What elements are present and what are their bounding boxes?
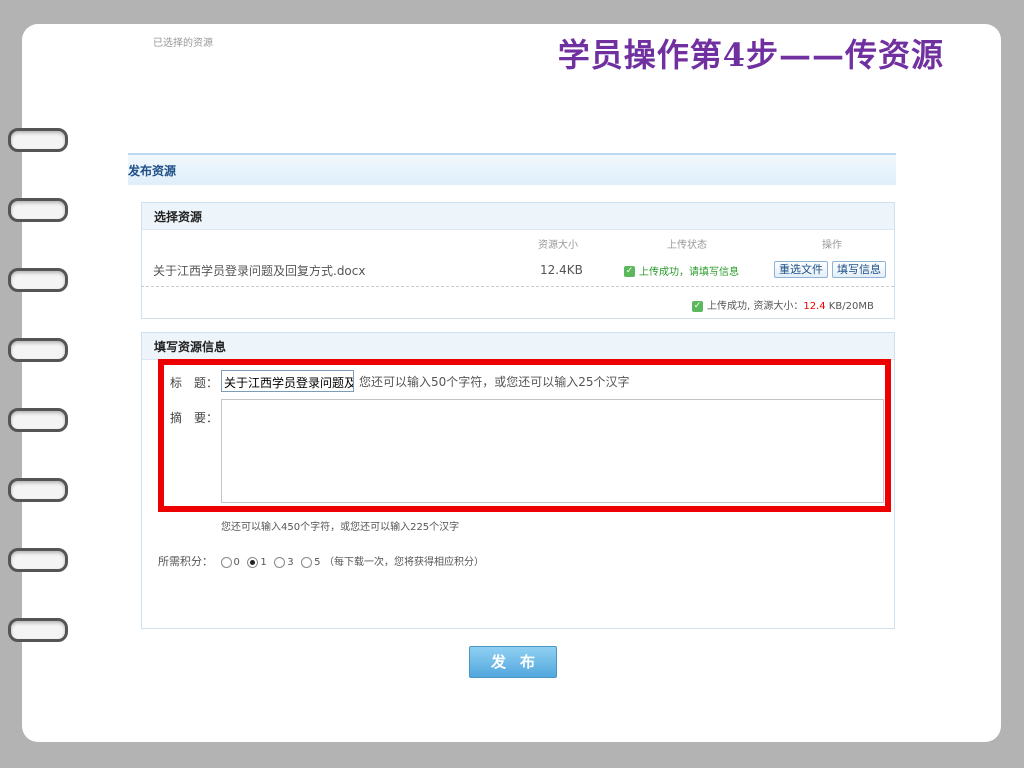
binder-ring-icon	[8, 548, 68, 572]
summary-hint: 您还可以输入450个字符，或您还可以输入225个汉字	[221, 522, 460, 533]
binder-ring-icon	[8, 268, 68, 292]
check-icon: ✓	[692, 300, 703, 312]
file-name: 关于江西学员登录问题及回复方式.docx	[153, 264, 366, 278]
summary-label: 摘 要：	[170, 411, 219, 425]
check-icon: ✓	[624, 266, 635, 277]
points-option-1: 1	[260, 557, 267, 568]
binder-ring-icon	[8, 128, 68, 152]
file-size: 12.4KB	[540, 263, 583, 277]
points-option-0: 0	[233, 557, 240, 568]
panel-header: 发布资源	[128, 153, 896, 185]
column-header-status: 上传状态	[667, 240, 707, 251]
binder-ring-icon	[8, 338, 68, 362]
title-hint: 您还可以输入50个字符，或您还可以输入25个汉字	[359, 375, 630, 389]
binder-ring-icon	[8, 198, 68, 222]
column-header-size: 资源大小	[538, 240, 578, 251]
points-radio-3[interactable]	[274, 556, 286, 568]
binder-ring-icon	[8, 618, 68, 642]
points-radio-0[interactable]	[220, 556, 232, 568]
publish-button[interactable]: 发布	[469, 646, 557, 678]
summary-textarea[interactable]	[221, 399, 884, 503]
upload-summary: ✓ 上传成功, 资源大小：12.4 KB/20MB	[692, 297, 874, 312]
fill-info-button[interactable]: 填写信息	[832, 261, 886, 278]
binder-ring-icon	[8, 478, 68, 502]
upload-summary-total: KB/20MB	[825, 301, 874, 312]
points-row: 所需积分： 0 1 3 5 （每下载一次，您将获得相应积分）	[158, 553, 484, 569]
points-label: 所需积分：	[158, 555, 213, 568]
divider	[141, 286, 894, 287]
upload-status-text: 上传成功，请填写信息	[639, 267, 739, 278]
title-label: 标 题：	[170, 376, 219, 390]
panel-title: 发布资源	[128, 164, 177, 178]
column-header-resource: 已选择的资源	[153, 38, 213, 49]
column-header-action: 操作	[822, 240, 842, 251]
resource-info-heading: 填写资源信息	[142, 333, 894, 360]
points-note: （每下载一次，您将获得相应积分）	[324, 557, 484, 568]
upload-summary-prefix: 上传成功, 资源大小：	[707, 301, 804, 312]
reselect-file-button[interactable]: 重选文件	[774, 261, 828, 278]
select-resource-heading: 选择资源	[142, 203, 894, 230]
points-option-5: 5	[314, 557, 321, 568]
binder-ring-icon	[8, 408, 68, 432]
points-option-3: 3	[287, 557, 294, 568]
upload-summary-used: 12.4	[803, 301, 826, 312]
upload-status: ✓ 上传成功，请填写信息	[624, 263, 739, 278]
slide-title: 学员操作第4步——传资源	[557, 36, 944, 74]
points-radio-1[interactable]	[247, 556, 259, 568]
title-input[interactable]: 关于江西学员登录问题及	[221, 370, 354, 392]
points-radio-5[interactable]	[301, 556, 313, 568]
